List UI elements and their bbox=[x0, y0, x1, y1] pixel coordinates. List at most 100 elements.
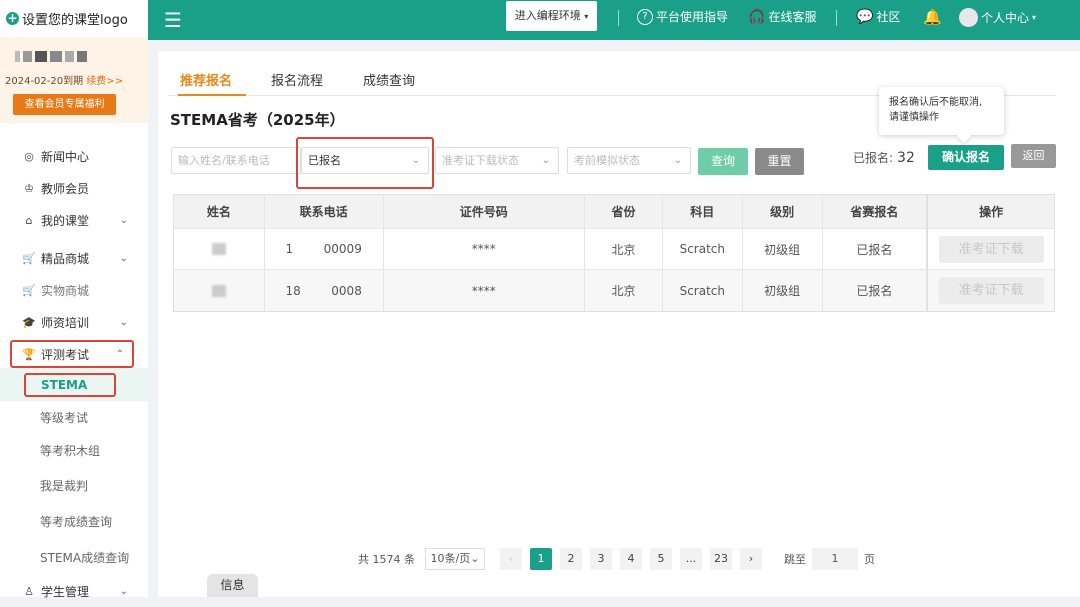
signed-count: 已报名: 32 bbox=[853, 149, 915, 166]
sidebar-item-exam[interactable]: 🏆 评测考试 ⌃ bbox=[10, 340, 134, 368]
service-label: 在线客服 bbox=[768, 10, 817, 24]
tab-score-query[interactable]: 成绩查询 bbox=[363, 70, 415, 89]
column-header: 科目 bbox=[663, 195, 743, 228]
page-button[interactable]: 1 bbox=[530, 548, 552, 570]
subject-cell: Scratch bbox=[663, 270, 743, 311]
caret-down-icon: ▾ bbox=[584, 12, 589, 21]
phone-cell: 18 0008 bbox=[265, 270, 384, 311]
tooltip-line: 报名确认后不能取消, bbox=[889, 97, 983, 108]
reset-button[interactable]: 重置 bbox=[755, 148, 804, 175]
page-size-value: 10条/页 bbox=[430, 552, 471, 565]
help-icon: ? bbox=[637, 8, 653, 25]
logo[interactable]: + 设置您的课堂logo bbox=[0, 0, 148, 37]
column-header: 姓名 bbox=[174, 195, 265, 228]
notification-bell-icon[interactable]: 🔔 bbox=[923, 8, 942, 26]
highlight-annotation bbox=[296, 137, 434, 189]
sidebar-item-label: 教师会员 bbox=[41, 181, 90, 196]
back-button[interactable]: 返回 bbox=[1011, 144, 1056, 168]
page-button[interactable]: 5 bbox=[650, 548, 672, 570]
confirm-signup-button[interactable]: 确认报名 bbox=[928, 145, 1004, 170]
tab-recommended-signup[interactable]: 推荐报名 bbox=[180, 70, 232, 89]
id-cell: **** bbox=[384, 270, 586, 311]
sidebar-item-student-management[interactable]: ♙ 学生管理 ⌄ bbox=[0, 575, 148, 607]
province-cell: 北京 bbox=[585, 270, 663, 311]
page-button[interactable]: 3 bbox=[590, 548, 612, 570]
member-benefit-button[interactable]: 查看会员专属福利 bbox=[13, 94, 116, 115]
action-cell: 准考证下载 bbox=[927, 270, 1054, 311]
page-unit-label: 页 bbox=[864, 553, 875, 566]
sidebar-subitem-stema-score[interactable]: STEMA成绩查询 bbox=[0, 539, 148, 575]
cart-icon: 🛒 bbox=[22, 251, 36, 265]
sidebar-subitem-block-group[interactable]: 等考积木组 bbox=[0, 434, 148, 467]
divider bbox=[836, 10, 837, 26]
sidebar-item-physical-mall[interactable]: 🛒 实物商城 bbox=[0, 274, 148, 306]
table-row: 18 0008 **** 北京 Scratch 初级组 已报名 准考证下载 bbox=[174, 270, 1054, 311]
sidebar-item-teacher-member[interactable]: ♔ 教师会员 bbox=[0, 172, 148, 204]
province-cell: 北京 bbox=[585, 229, 663, 269]
sidebar-subitem-stema[interactable]: STEMA bbox=[0, 368, 148, 401]
member-expire: 2024-02-20到期 续费>> bbox=[5, 72, 123, 87]
page-button[interactable]: 2 bbox=[560, 548, 582, 570]
page-button[interactable]: 23 bbox=[710, 548, 732, 570]
total-count: 共 1574 条 bbox=[358, 553, 415, 566]
select-placeholder: 考前模拟状态 bbox=[574, 154, 640, 167]
jump-page-input[interactable]: 1 bbox=[812, 548, 858, 570]
crown-icon: ♔ bbox=[24, 181, 34, 195]
programming-env-button[interactable]: 进入编程环境 ▾ bbox=[506, 1, 597, 31]
next-page-button[interactable]: › bbox=[740, 548, 762, 570]
tab-signup-process[interactable]: 报名流程 bbox=[271, 70, 323, 89]
page-size-select[interactable]: 10条/页⌄ bbox=[425, 548, 485, 570]
subject-cell: Scratch bbox=[663, 229, 743, 269]
community-link[interactable]: 💬 社区 bbox=[856, 8, 900, 25]
customer-service-link[interactable]: 🎧 在线客服 bbox=[748, 8, 816, 25]
guide-label: 平台使用指导 bbox=[656, 10, 729, 24]
chevron-down-icon: ⌄ bbox=[119, 252, 128, 264]
status-cell: 已报名 bbox=[823, 229, 928, 269]
top-bar: ☰ 进入编程环境 ▾ ? 平台使用指导 🎧 在线客服 💬 社区 🔔 个人中心 ▾ bbox=[148, 0, 1080, 40]
page-ellipsis[interactable]: ... bbox=[680, 548, 702, 570]
sidebar-item-my-classroom[interactable]: ⌂ 我的课堂 ⌄ bbox=[0, 204, 148, 236]
redacted-name bbox=[211, 284, 226, 297]
expire-date: 2024-02-20到期 bbox=[5, 76, 84, 87]
page-title: STEMA省考（2025年） bbox=[170, 111, 345, 129]
student-icon: ♙ bbox=[24, 584, 34, 598]
sidebar-item-label: 我的课堂 bbox=[41, 213, 90, 228]
sidebar-subitem-grade-exam[interactable]: 等级考试 bbox=[0, 401, 148, 434]
guide-link[interactable]: ? 平台使用指导 bbox=[637, 8, 728, 25]
sidebar-item-news[interactable]: ◎ 新闻中心 bbox=[0, 140, 148, 172]
sidebar-item-teacher-training[interactable]: 🎓 师资培训 ⌄ bbox=[0, 306, 148, 338]
plus-icon: + bbox=[6, 11, 19, 25]
menu-toggle-icon[interactable]: ☰ bbox=[164, 8, 182, 32]
community-label: 社区 bbox=[876, 10, 901, 24]
user-center-menu[interactable]: 个人中心 ▾ bbox=[959, 8, 1036, 27]
query-button[interactable]: 查询 bbox=[698, 148, 748, 175]
id-cell: **** bbox=[384, 229, 586, 269]
page-button[interactable]: 4 bbox=[620, 548, 642, 570]
sidebar-item-label: 评测考试 bbox=[41, 347, 90, 362]
sidebar-item-label: 新闻中心 bbox=[41, 149, 90, 164]
prev-page-button[interactable]: ‹ bbox=[500, 548, 522, 570]
cart-icon: 🛒 bbox=[22, 283, 36, 297]
column-header: 省份 bbox=[585, 195, 663, 228]
search-input[interactable]: 输入姓名/联系电话 bbox=[171, 147, 301, 174]
status-cell: 已报名 bbox=[823, 270, 928, 311]
mock-status-select[interactable]: 考前模拟状态 ⌄ bbox=[567, 147, 691, 174]
signup-table: 姓名 联系电话 证件号码 省份 科目 级别 省赛报名 操作 1 00009 **… bbox=[173, 194, 1055, 312]
sidebar-item-premium-mall[interactable]: 🛒 精品商城 ⌄ bbox=[0, 242, 148, 274]
jump-label: 跳至 bbox=[784, 553, 806, 566]
sidebar-nav: ◎ 新闻中心 ♔ 教师会员 ⌂ 我的课堂 ⌄ 🛒 精品商城 ⌄ 🛒 实物商城 🎓… bbox=[0, 140, 148, 607]
name-cell bbox=[174, 229, 265, 269]
info-tab[interactable]: 信息 bbox=[207, 574, 258, 597]
sidebar-subitem-grade-score[interactable]: 等考成绩查询 bbox=[0, 503, 148, 539]
main-panel: 推荐报名 报名流程 成绩查询 STEMA省考（2025年） 报名确认后不能取消,… bbox=[158, 51, 1080, 597]
download-ticket-button[interactable]: 准考证下载 bbox=[938, 235, 1044, 263]
select-placeholder: 准考证下载状态 bbox=[442, 154, 519, 167]
ticket-status-select[interactable]: 准考证下载状态 ⌄ bbox=[435, 147, 559, 174]
download-ticket-button[interactable]: 准考证下载 bbox=[938, 277, 1044, 304]
chevron-down-icon: ⌄ bbox=[119, 585, 128, 597]
sidebar-item-label: 实物商城 bbox=[41, 283, 90, 298]
confirm-warning-tooltip: 报名确认后不能取消, 请谨慎操作 bbox=[879, 87, 1004, 135]
sidebar-subitem-referee[interactable]: 我是裁判 bbox=[0, 467, 148, 503]
renew-link[interactable]: 续费>> bbox=[86, 76, 123, 87]
headset-icon: 🎧 bbox=[748, 8, 766, 25]
